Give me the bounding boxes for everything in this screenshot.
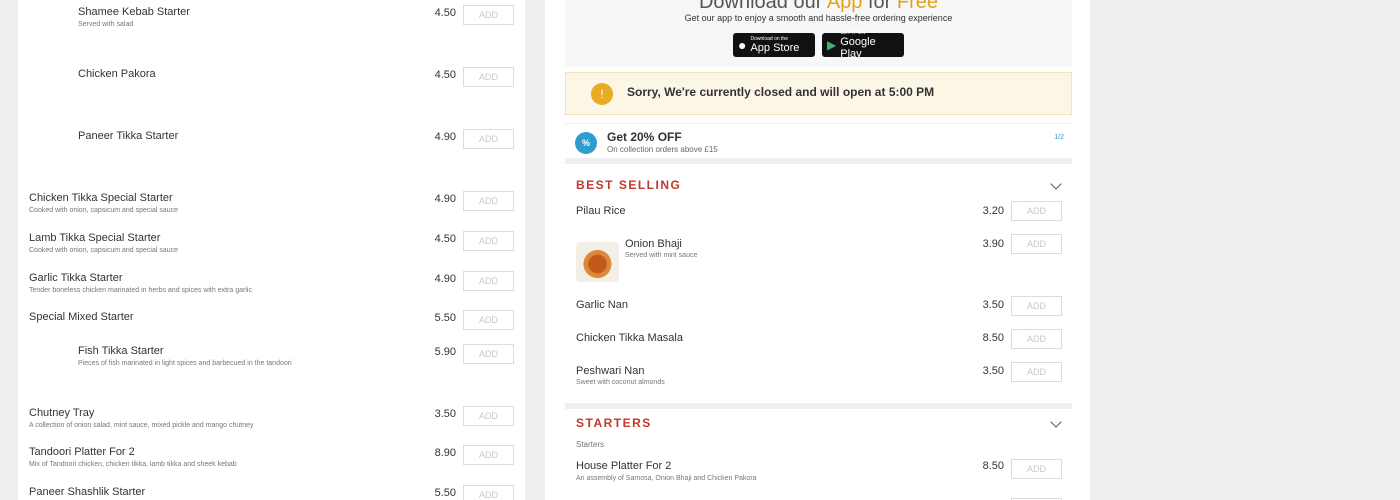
menu-item-name: Chicken Tikka Masala: [576, 332, 683, 344]
menu-item-name: Onion Bhaji: [625, 238, 682, 250]
menu-item-name: Paneer Tikka Starter: [78, 130, 179, 142]
closed-notice-text: Sorry, We're currently closed and will o…: [627, 85, 935, 99]
offer-subtitle: On collection orders above £15: [607, 145, 718, 154]
google-play-button[interactable]: ▶ GET IT ON Google Play: [822, 30, 904, 60]
onion-bhaji-image: [576, 242, 619, 282]
chevron-down-icon[interactable]: [1050, 178, 1062, 190]
app-promo-banner: Download our App for Free Get our app to…: [565, 0, 1072, 67]
add-button[interactable]: ADD: [463, 310, 514, 330]
menu-item-name: Chicken Pakora: [78, 68, 156, 80]
add-button[interactable]: ADD: [1011, 459, 1062, 479]
menu-item-price: 8.50: [982, 460, 1004, 472]
menu-item-price: 5.50: [434, 312, 456, 324]
app-store-button[interactable]: ● Download on the App Store: [733, 33, 815, 57]
add-button[interactable]: ADD: [463, 67, 514, 87]
menu-item-price: 3.50: [434, 408, 456, 420]
add-button[interactable]: ADD: [463, 231, 514, 251]
menu-item-desc: An assembly of Samosa, Onion Bhaji and C…: [576, 475, 757, 482]
chevron-down-icon[interactable]: [1050, 416, 1062, 428]
menu-item-name: House Platter For 2: [576, 460, 672, 472]
add-button[interactable]: ADD: [1011, 201, 1062, 221]
offer-pagination: 1/2: [1054, 134, 1064, 141]
section-divider: [565, 403, 1072, 409]
add-button[interactable]: ADD: [1011, 362, 1062, 382]
add-button[interactable]: ADD: [1011, 234, 1062, 254]
menu-item-desc: Sweet with coconut almonds: [576, 379, 665, 386]
menu-item-desc: Mix of Tandoori chicken, chicken tikka, …: [29, 461, 237, 468]
menu-item-price: 3.50: [982, 299, 1004, 311]
menu-item-price: 4.90: [434, 273, 456, 285]
menu-item-name: Garlic Nan: [576, 299, 628, 311]
menu-item-price: 4.90: [434, 193, 456, 205]
add-button[interactable]: ADD: [463, 485, 514, 500]
offer-carousel[interactable]: % Get 20% OFF On collection orders above…: [565, 123, 1072, 164]
menu-item-desc: Served with salad: [78, 21, 134, 28]
menu-item-price: 5.90: [434, 346, 456, 358]
google-play-icon: ▶: [827, 38, 837, 52]
menu-item-price: 8.50: [982, 332, 1004, 344]
menu-item-desc: Served with mint sauce: [625, 252, 698, 259]
add-button[interactable]: ADD: [463, 191, 514, 211]
warning-icon: !: [591, 83, 613, 105]
apple-icon: ●: [738, 37, 747, 53]
add-button[interactable]: ADD: [463, 344, 514, 364]
menu-item-price: 4.50: [434, 7, 456, 19]
add-button[interactable]: ADD: [1011, 296, 1062, 316]
menu-item-name: Garlic Tikka Starter: [29, 272, 123, 284]
menu-item-price: 8.90: [434, 447, 456, 459]
add-button[interactable]: ADD: [463, 406, 514, 426]
add-button[interactable]: ADD: [1011, 329, 1062, 349]
menu-item-desc: Pieces of fish marinated in light spices…: [78, 360, 292, 367]
add-button[interactable]: ADD: [463, 445, 514, 465]
menu-item-price: 4.50: [434, 233, 456, 245]
closed-notice: ! Sorry, We're currently closed and will…: [565, 72, 1072, 115]
app-promo-title: Download our App for Free: [698, 0, 939, 13]
menu-item-desc: Tender boneless chicken marinated in her…: [29, 287, 252, 294]
menu-item-price: 3.20: [982, 205, 1004, 217]
menu-item-desc: Cooked with onion, capsicum and special …: [29, 207, 179, 214]
add-button[interactable]: ADD: [463, 129, 514, 149]
menu-item-name: Chutney Tray: [29, 407, 95, 419]
menu-item-price: 3.50: [982, 365, 1004, 377]
menu-item-name: Chicken Tikka Special Starter: [29, 192, 173, 204]
menu-item-name: Pilau Rice: [576, 205, 626, 217]
best-selling-heading[interactable]: BEST SELLING: [576, 178, 681, 192]
menu-item-name: Shamee Kebab Starter: [78, 6, 190, 18]
add-button[interactable]: ADD: [463, 271, 514, 291]
category-sublabel: Starters: [576, 440, 605, 449]
menu-items-panel: Shamee Kebab Starter Served with salad 4…: [18, 0, 525, 500]
menu-item-price: 5.50: [434, 487, 456, 499]
menu-item-name: Lamb Tikka Special Starter: [29, 232, 161, 244]
add-button[interactable]: ADD: [463, 5, 514, 25]
app-promo-subtitle: Get our app to enjoy a smooth and hassle…: [684, 13, 953, 23]
menu-item-price: 4.50: [434, 69, 456, 81]
offer-title: Get 20% OFF: [607, 130, 682, 144]
info-panel: Download our App for Free Get our app to…: [545, 0, 1090, 500]
menu-item-name: Fish Tikka Starter: [78, 345, 164, 357]
menu-item-name: Tandoori Platter For 2: [29, 446, 135, 458]
menu-item-name: Paneer Shashlik Starter: [29, 486, 146, 498]
menu-item-price: 3.90: [982, 238, 1004, 250]
menu-item-desc: Cooked with onion, capsicum and special …: [29, 247, 179, 254]
menu-item-price: 4.90: [434, 131, 456, 143]
menu-item-name: Special Mixed Starter: [29, 311, 134, 323]
discount-badge-icon: %: [575, 132, 597, 154]
menu-item-name: Peshwari Nan: [576, 365, 645, 377]
menu-item-desc: A collection of onion salad, mint sauce,…: [29, 422, 254, 429]
starters-heading[interactable]: STARTERS: [576, 416, 652, 430]
